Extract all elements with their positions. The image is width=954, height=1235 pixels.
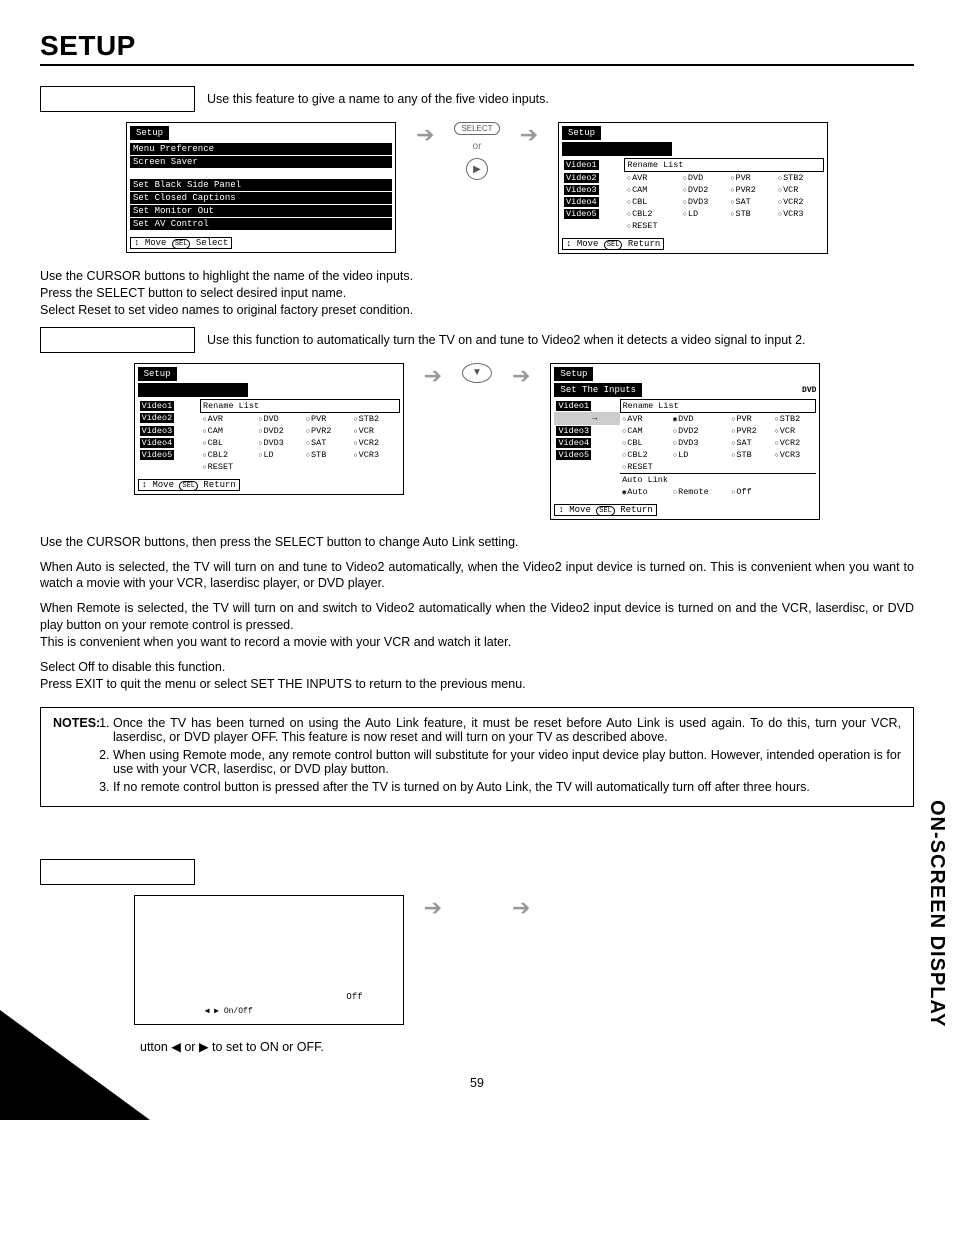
- paragraph: Select Off to disable this function.: [40, 659, 914, 676]
- page-number: 59: [40, 1076, 914, 1090]
- feature-label-2: [40, 327, 195, 353]
- section-sidebar-label: ON-SCREEN DISPLAY: [925, 800, 948, 1027]
- feature-desc-2: Use this function to automatically turn …: [195, 327, 914, 353]
- osd-set-inputs: Setup Set The Inputs DVD Video1Rename Li…: [550, 363, 820, 520]
- feature-label-1: [40, 86, 195, 112]
- note-item: When using Remote mode, any remote contr…: [113, 748, 901, 776]
- notes-label: NOTES:: [53, 716, 100, 730]
- arrow-right-icon: ➔: [416, 122, 434, 148]
- notes-box: NOTES: Once the TV has been turned on us…: [40, 707, 914, 807]
- note-item: Once the TV has been turned on using the…: [113, 716, 901, 744]
- osd-rename-list: Setup Video1Rename List Video2AVRDVDPVRS…: [558, 122, 828, 254]
- arrow-right-icon: ➔: [512, 895, 530, 921]
- arrow-connector-3: ➔: [424, 895, 442, 921]
- arrow-right-icon: ➔: [520, 122, 538, 148]
- page-title: SETUP: [40, 30, 136, 61]
- osd-setup-menu: Setup Menu Preference Screen Saver Set B…: [126, 122, 396, 253]
- arrow-connector-3b: ➔: [512, 895, 530, 921]
- osd-onoff: Off ◀ ▶ On/Off: [134, 895, 404, 1025]
- paragraph: Use the CURSOR buttons, then press the S…: [40, 534, 914, 551]
- arrow-connector-2b: ➔: [512, 363, 530, 389]
- feature-label-3: [40, 859, 195, 885]
- corner-decoration: [0, 1010, 150, 1120]
- cursor-right-button-icon: ▶: [466, 158, 488, 180]
- select-button-icon: SELECT: [454, 122, 499, 135]
- paragraph: This is convenient when you want to reco…: [40, 634, 914, 651]
- arrow-right-icon: ➔: [512, 363, 530, 389]
- arrow-right-icon: ➔: [424, 363, 442, 389]
- paragraph: Select Reset to set video names to origi…: [40, 302, 914, 319]
- feature-desc-1: Use this feature to give a name to any o…: [195, 86, 914, 112]
- paragraph: When Remote is selected, the TV will tur…: [40, 600, 914, 634]
- paragraph: Press EXIT to quit the menu or select SE…: [40, 676, 914, 693]
- paragraph: Press the SELECT button to select desire…: [40, 285, 914, 302]
- feature-desc-3: [195, 859, 914, 885]
- paragraph: Use the CURSOR buttons to highlight the …: [40, 268, 914, 285]
- paragraph-partial: utton ◀ or ▶ to set to ON or OFF.: [140, 1039, 914, 1056]
- paragraph: When Auto is selected, the TV will turn …: [40, 559, 914, 593]
- left-right-icon: ◀ ▶: [205, 1007, 219, 1016]
- arrow-connector-1: ➔: [416, 122, 434, 148]
- cursor-down-button-icon: ▼: [462, 363, 492, 383]
- arrow-connector-2: ➔: [424, 363, 442, 389]
- cursor-down-hint: ▼: [462, 363, 492, 383]
- note-item: If no remote control button is pressed a…: [113, 780, 901, 794]
- select-or-right: SELECT or ▶: [454, 122, 499, 180]
- arrow-connector-1b: ➔: [520, 122, 538, 148]
- osd-rename-list-2: Setup Video1Rename List Video2AVRDVDPVRS…: [134, 363, 404, 495]
- arrow-right-icon: ➔: [424, 895, 442, 921]
